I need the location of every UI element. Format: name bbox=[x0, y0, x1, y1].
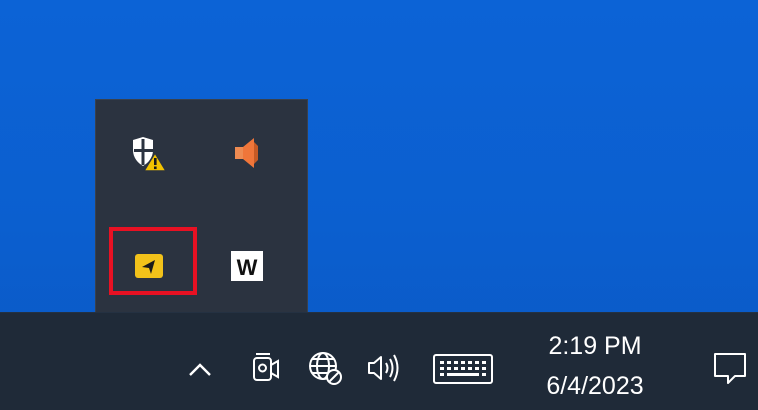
notification-center-icon[interactable] bbox=[705, 345, 755, 391]
hidden-icons-flyout: W bbox=[95, 99, 308, 312]
yellow-app-arrow-icon[interactable] bbox=[126, 243, 172, 289]
taskbar: 2:19 PM 6/4/2023 bbox=[0, 312, 758, 410]
volume-muted-icon[interactable] bbox=[224, 130, 270, 176]
network-no-internet-icon[interactable] bbox=[302, 345, 348, 391]
clock-date: 6/4/2023 bbox=[546, 372, 644, 400]
w-app-label: W bbox=[237, 255, 258, 280]
clock-time: 2:19 PM bbox=[548, 332, 642, 360]
speaker-icon[interactable] bbox=[360, 345, 410, 391]
w-app-icon[interactable]: W bbox=[224, 243, 270, 289]
windows-security-warning-icon[interactable] bbox=[126, 130, 172, 176]
touch-keyboard-icon[interactable] bbox=[428, 349, 498, 389]
meet-now-icon[interactable] bbox=[245, 345, 285, 391]
taskbar-clock[interactable]: 2:19 PM 6/4/2023 bbox=[520, 328, 670, 403]
show-hidden-icons-chevron-icon[interactable] bbox=[180, 349, 220, 389]
